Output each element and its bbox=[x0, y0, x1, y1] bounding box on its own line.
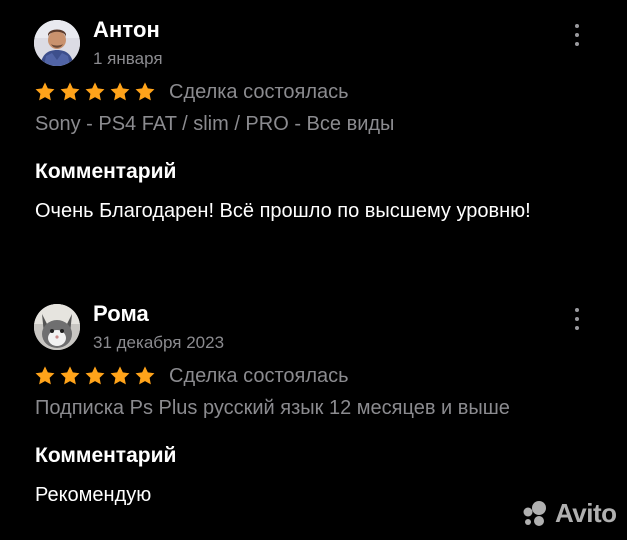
review-date: 1 января bbox=[93, 49, 163, 68]
review-date: 31 декабря 2023 bbox=[93, 333, 225, 352]
star-icon bbox=[85, 82, 105, 101]
deal-status: Сделка состоялась bbox=[169, 364, 349, 387]
deal-status: Сделка состоялась bbox=[169, 80, 349, 103]
item-title: Sony - PS4 FAT / slim / PRO - Все виды bbox=[35, 113, 395, 135]
star-icon bbox=[110, 82, 130, 101]
author-name[interactable]: Антон bbox=[93, 17, 160, 43]
more-vertical-icon[interactable] bbox=[566, 22, 588, 48]
author-name[interactable]: Рома bbox=[93, 301, 149, 327]
star-icon bbox=[60, 82, 80, 101]
avito-watermark: Avito bbox=[519, 498, 617, 529]
star-icon bbox=[35, 82, 55, 101]
avatar[interactable] bbox=[34, 20, 80, 66]
star-icon bbox=[60, 366, 80, 385]
comment-text: Очень Благодарен! Всё прошло по высшему … bbox=[35, 200, 531, 222]
avito-wordmark: Avito bbox=[555, 498, 617, 528]
comment-heading: Комментарий bbox=[35, 444, 177, 467]
star-icon bbox=[135, 366, 155, 385]
rating-row: Сделка состоялась bbox=[34, 362, 349, 390]
comment-heading: Комментарий bbox=[35, 160, 177, 183]
avatar[interactable] bbox=[34, 304, 80, 350]
star-rating bbox=[34, 81, 156, 103]
star-icon bbox=[110, 366, 130, 385]
rating-row: Сделка состоялась bbox=[34, 78, 349, 106]
star-icon bbox=[35, 366, 55, 385]
avito-logo-icon bbox=[523, 500, 546, 526]
comment-text: Рекомендую bbox=[35, 484, 152, 506]
star-rating bbox=[34, 365, 156, 387]
more-vertical-icon[interactable] bbox=[566, 306, 588, 332]
item-title: Подписка Ps Plus русский язык 12 месяцев… bbox=[35, 397, 510, 419]
star-icon bbox=[85, 366, 105, 385]
star-icon bbox=[135, 82, 155, 101]
